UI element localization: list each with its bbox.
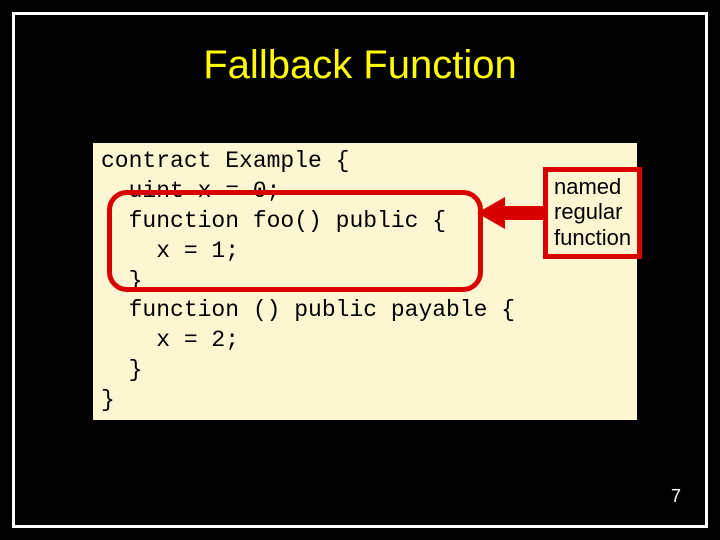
callout-line-1: named bbox=[554, 174, 631, 199]
code-line-5: } bbox=[101, 268, 142, 294]
code-line-2: uint x = 0; bbox=[101, 178, 280, 204]
code-line-4: x = 1; bbox=[101, 238, 239, 264]
page-number: 7 bbox=[671, 486, 681, 507]
code-line-6: function () public payable { bbox=[101, 297, 515, 323]
code-line-7: x = 2; bbox=[101, 327, 239, 353]
callout-line-2: regular bbox=[554, 199, 631, 224]
code-line-3: function foo() public { bbox=[101, 208, 446, 234]
callout-line-3: function bbox=[554, 225, 631, 250]
code-line-9: } bbox=[101, 387, 115, 413]
slide-frame: Fallback Function contract Example { uin… bbox=[12, 12, 708, 528]
code-line-1: contract Example { bbox=[101, 148, 349, 174]
slide-title: Fallback Function bbox=[15, 43, 705, 88]
callout-named-regular-function: named regular function bbox=[543, 167, 642, 259]
code-line-8: } bbox=[101, 357, 142, 383]
